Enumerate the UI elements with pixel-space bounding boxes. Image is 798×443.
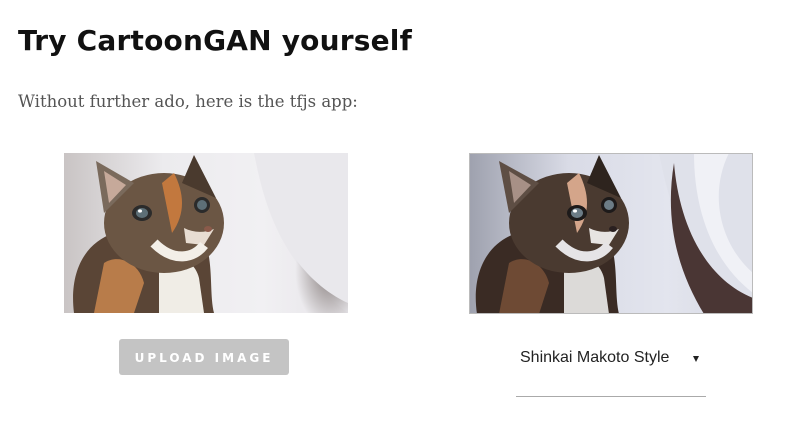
style-select-value: Shinkai Makoto Style <box>520 349 670 366</box>
kitten-cartoonized-icon <box>469 153 753 314</box>
original-image <box>64 153 348 313</box>
section-heading: Try CartoonGAN yourself <box>18 24 412 57</box>
intro-text: Without further ado, here is the tfjs ap… <box>18 92 358 111</box>
cartoon-image <box>469 153 753 314</box>
kitten-photo-icon <box>64 153 348 313</box>
upload-image-button[interactable]: UPLOAD IMAGE <box>119 339 289 375</box>
style-select[interactable]: Shinkai Makoto Style <box>516 340 706 397</box>
triangle-down-icon <box>693 356 699 362</box>
